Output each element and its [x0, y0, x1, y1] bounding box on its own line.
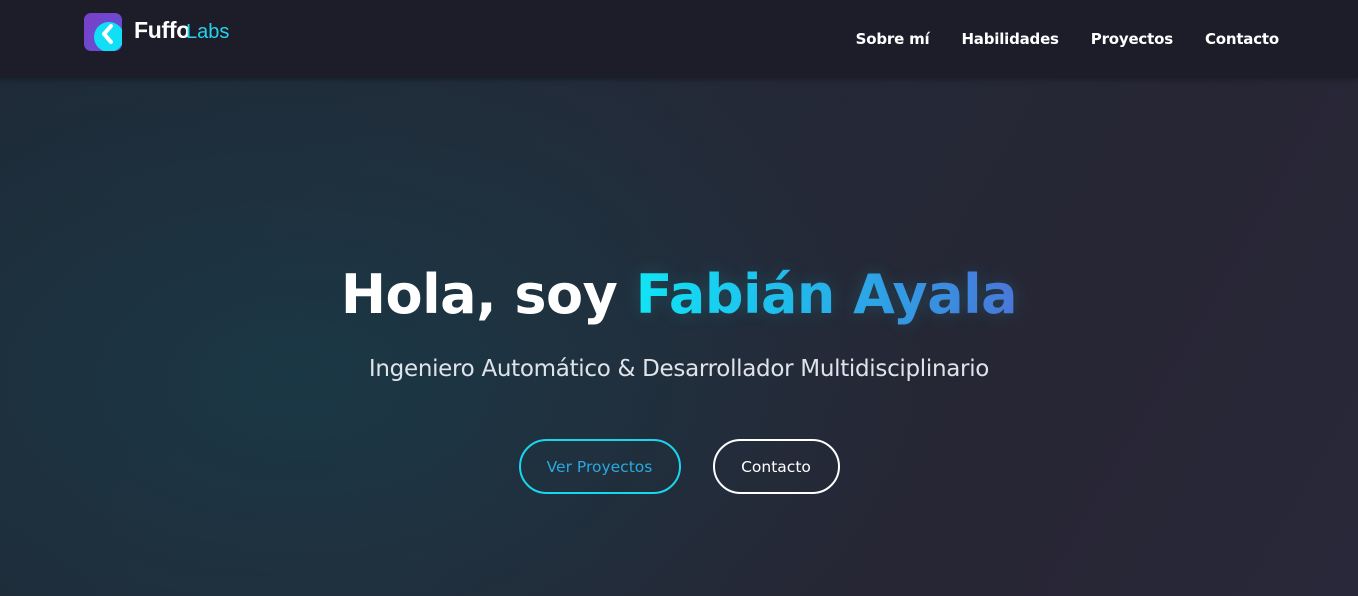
nav-link-proyectos[interactable]: Proyectos	[1091, 30, 1173, 48]
nav-link-contacto[interactable]: Contacto	[1205, 30, 1279, 48]
logo-link[interactable]: Fuffo Labs	[84, 13, 229, 53]
hero-section: Hola, soy Fabián Ayala Ingeniero Automát…	[0, 78, 1358, 596]
nav-menu: Sobre mí Habilidades Proyectos Contacto	[856, 0, 1280, 76]
logo-brand: Fuffo	[134, 17, 190, 43]
chevron-left-logo-icon	[84, 13, 122, 51]
logo-brand-sub: Labs	[185, 21, 230, 43]
hero-buttons: Ver Proyectos Contacto	[0, 439, 1358, 494]
nav-link-sobre-mi[interactable]: Sobre mí	[856, 30, 930, 48]
nav-link-habilidades[interactable]: Habilidades	[961, 30, 1059, 48]
logo-wordmark: Fuffo Labs	[134, 17, 229, 44]
navbar: Fuffo Labs Sobre mí Habilidades Proyecto…	[0, 0, 1358, 78]
contact-button[interactable]: Contacto	[712, 439, 840, 494]
hero-title: Hola, soy Fabián Ayala	[0, 263, 1358, 326]
hero-greeting: Hola, soy	[340, 263, 636, 326]
hero-name: Fabián Ayala	[635, 263, 1018, 326]
hero-subtitle: Ingeniero Automático & Desarrollador Mul…	[368, 356, 990, 382]
view-projects-button[interactable]: Ver Proyectos	[518, 439, 681, 494]
